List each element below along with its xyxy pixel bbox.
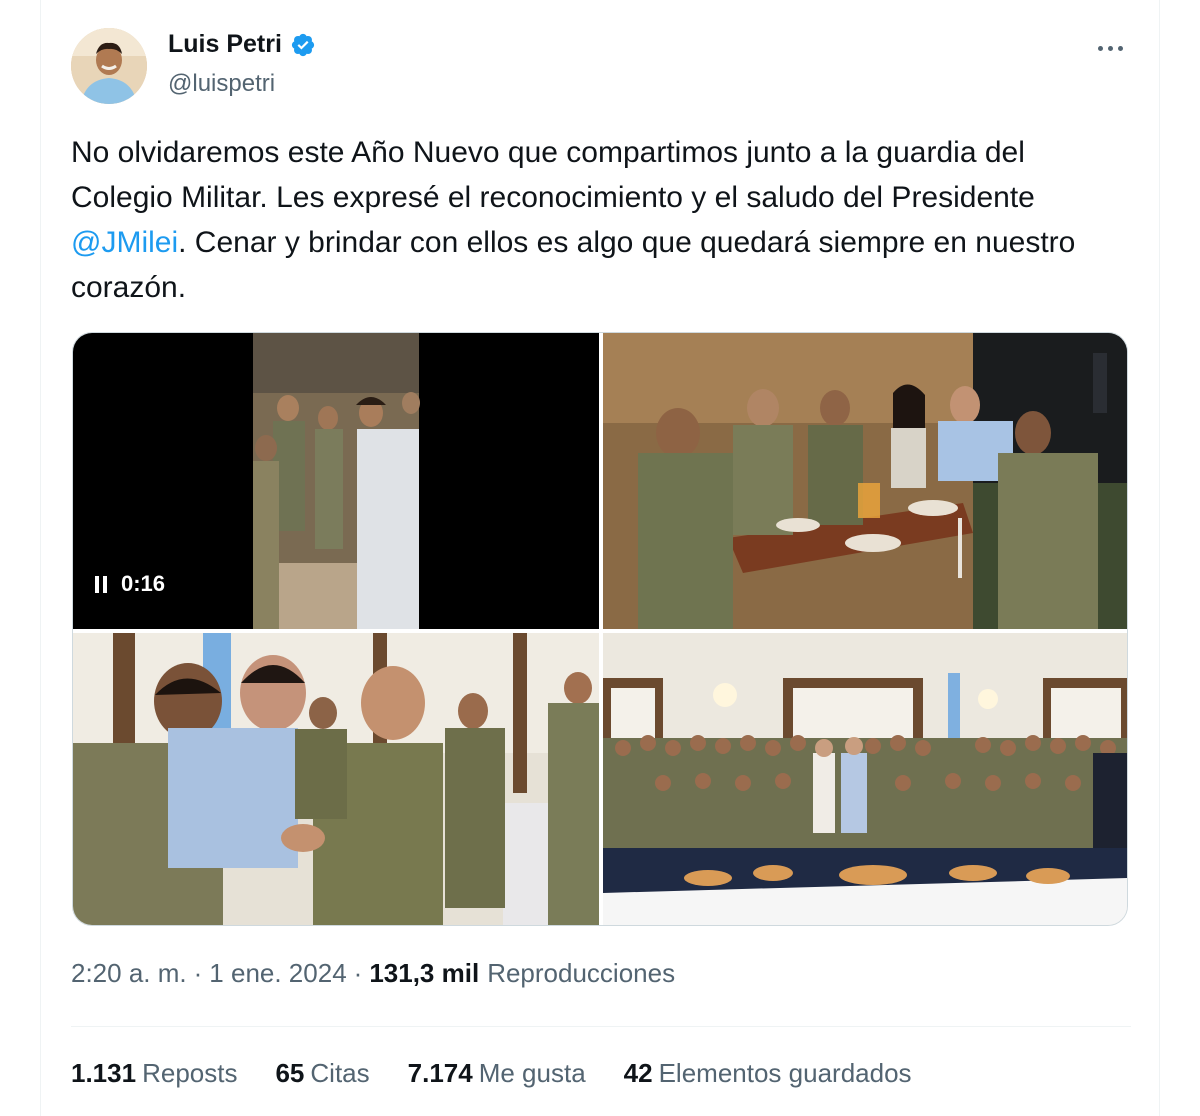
more-options-icon	[1097, 45, 1103, 51]
tweet-text: No olvidaremos este Año Nuevo que compar…	[71, 130, 1131, 310]
pause-icon[interactable]	[95, 575, 107, 593]
engagement-stats: 1.131 Reposts 65 Citas 7.174 Me gusta 42 Ele…	[71, 1058, 912, 1089]
media-grid: 0:16	[72, 332, 1128, 926]
likes-label: Me gusta	[478, 1058, 586, 1088]
media-photo-group[interactable]	[603, 633, 1127, 925]
views-count: 131,3 mil	[369, 958, 480, 988]
likes-count: 7.174	[407, 1058, 473, 1088]
bookmarks-label: Elementos guardados	[658, 1058, 912, 1088]
video-duration: 0:16	[121, 571, 166, 596]
tweet-text-part1: No olvidaremos este Año Nuevo que compar…	[71, 136, 1035, 214]
timestamp-date[interactable]: 1 ene. 2024	[209, 958, 346, 989]
meta-separator: ·	[353, 958, 363, 988]
meta-separator: ·	[193, 958, 203, 988]
handle[interactable]: @luispetri	[168, 70, 275, 98]
views-label: Reproducciones	[487, 958, 676, 988]
media-photo-dinner[interactable]	[603, 333, 1127, 629]
divider	[71, 1026, 1131, 1027]
mention-link[interactable]: @JMilei	[71, 226, 178, 259]
display-name[interactable]: Luis Petri	[168, 30, 282, 59]
quotes-count: 65	[275, 1058, 305, 1088]
quotes-label: Citas	[310, 1058, 370, 1088]
avatar-image	[71, 28, 147, 104]
avatar[interactable]	[71, 28, 147, 104]
reposts-count: 1.131	[71, 1058, 137, 1088]
bookmarks-stat[interactable]: 42 Elementos guardados	[624, 1058, 912, 1089]
verified-badge-icon[interactable]	[290, 32, 316, 58]
more-options-button[interactable]	[1088, 30, 1132, 66]
media-video[interactable]: 0:16	[73, 333, 599, 629]
video-controls[interactable]: 0:16	[95, 571, 165, 597]
tweet-text-part2: . Cenar y brindar con ellos es algo que …	[71, 226, 1076, 304]
bookmarks-count: 42	[623, 1058, 653, 1088]
timestamp-time[interactable]: 2:20 a. m.	[71, 958, 187, 989]
media-photo-handshake[interactable]	[73, 633, 599, 925]
tweet-meta: 2:20 a. m. · 1 ene. 2024 · 131,3 mil Rep…	[71, 958, 675, 989]
likes-stat[interactable]: 7.174 Me gusta	[408, 1058, 586, 1089]
reposts-stat[interactable]: 1.131 Reposts	[71, 1058, 237, 1089]
reposts-label: Reposts	[142, 1058, 238, 1088]
quotes-stat[interactable]: 65 Citas	[275, 1058, 369, 1089]
